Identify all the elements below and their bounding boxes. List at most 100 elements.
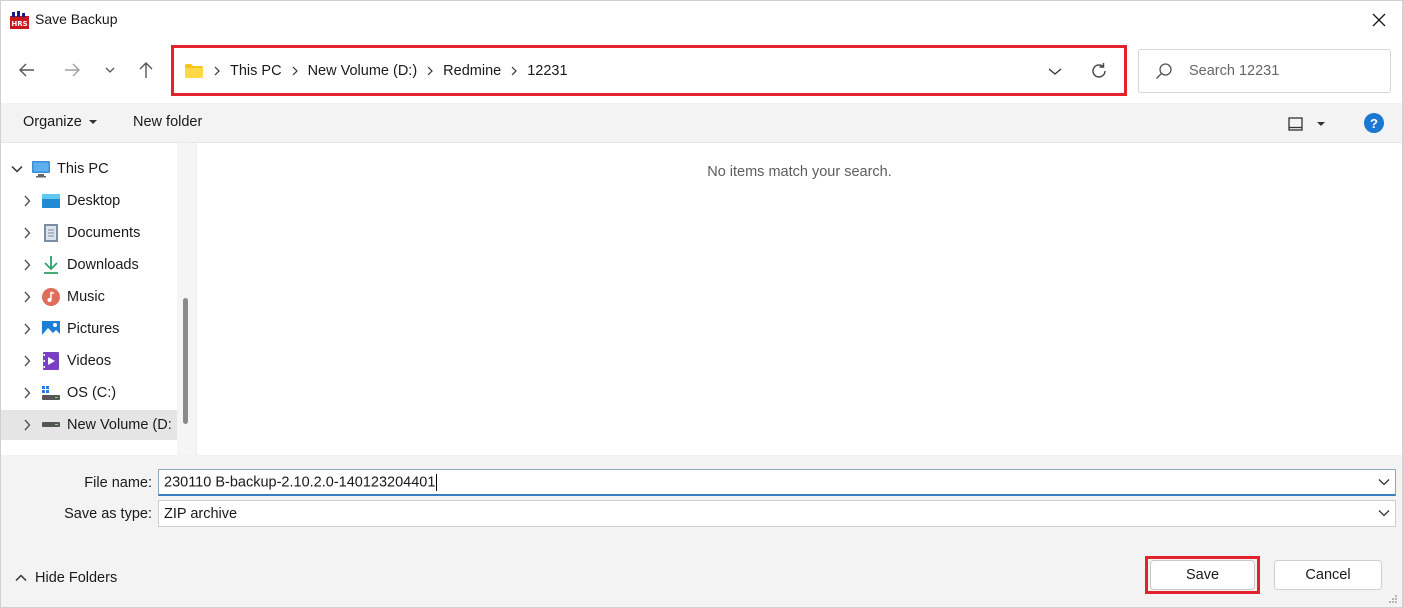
chevron-down-icon[interactable]: [11, 163, 23, 175]
tree-item-videos[interactable]: Videos: [1, 346, 177, 376]
chevron-right-icon[interactable]: [21, 323, 33, 335]
music-icon: [41, 287, 61, 307]
breadcrumb-separator-icon: [208, 66, 226, 76]
breadcrumb-separator-icon: [286, 66, 304, 76]
command-bar: Organize New folder ?: [1, 103, 1402, 143]
help-icon: ?: [1370, 115, 1378, 131]
file-name-label: File name:: [84, 475, 152, 491]
tree-item-desktop[interactable]: Desktop: [1, 186, 177, 216]
tree-item-this-pc[interactable]: This PC: [1, 154, 177, 184]
chevron-right-icon[interactable]: [21, 291, 33, 303]
chevron-right-icon[interactable]: [21, 259, 33, 271]
os-drive-icon: [41, 383, 61, 403]
breadcrumb-redmine[interactable]: Redmine: [439, 63, 505, 79]
refresh-button[interactable]: [1084, 56, 1114, 86]
back-button[interactable]: [12, 55, 42, 85]
breadcrumb-new-volume[interactable]: New Volume (D:): [304, 63, 422, 79]
chevron-right-icon[interactable]: [21, 195, 33, 207]
resize-grip-icon[interactable]: [1388, 594, 1398, 604]
app-icon: HRS: [10, 11, 29, 29]
file-list-pane[interactable]: No items match your search.: [197, 143, 1402, 455]
breadcrumb-separator-icon: [421, 66, 439, 76]
breadcrumb: This PC New Volume (D:) Redmine 12231: [184, 50, 572, 91]
scrollbar-thumb[interactable]: [183, 298, 188, 424]
arrow-right-icon: [65, 63, 80, 77]
view-options-button[interactable]: [1284, 111, 1332, 137]
save-as-type-value: ZIP archive: [164, 505, 238, 522]
tree-label: Desktop: [67, 193, 121, 209]
new-folder-button[interactable]: New folder: [133, 114, 202, 130]
caret-down-icon: [88, 120, 97, 124]
navigation-scrollbar[interactable]: [177, 143, 196, 455]
tree-label: Pictures: [67, 321, 120, 337]
save-form: File name: 230110 B-backup-2.10.2.0-1401…: [1, 455, 1402, 537]
hide-folders-label: Hide Folders: [35, 570, 118, 586]
chevron-down-icon: [1378, 479, 1390, 486]
help-button[interactable]: ?: [1364, 113, 1384, 133]
tree-item-os-c[interactable]: OS (C:): [1, 378, 177, 408]
organize-label: Organize: [23, 114, 82, 130]
navigation-bar: This PC New Volume (D:) Redmine 12231: [1, 39, 1402, 103]
chevron-down-icon: [1048, 68, 1062, 75]
save-backup-dialog: HRS Save Backup This PC New Volume (D:) …: [0, 0, 1403, 608]
tree-label: Videos: [67, 353, 112, 369]
empty-results-message: No items match your search.: [707, 164, 892, 180]
cancel-button[interactable]: Cancel: [1274, 560, 1382, 590]
file-name-dropdown-button[interactable]: [1377, 475, 1391, 489]
chevron-down-icon: [105, 67, 115, 73]
chevron-right-icon[interactable]: [21, 227, 33, 239]
chevron-right-icon[interactable]: [21, 387, 33, 399]
search-icon: [1155, 61, 1175, 81]
save-as-type-select[interactable]: ZIP archive: [158, 500, 1396, 527]
close-button[interactable]: [1356, 1, 1402, 39]
tree-item-new-volume-d[interactable]: New Volume (D:: [1, 410, 177, 440]
tree-label: This PC: [57, 161, 109, 177]
tree-item-downloads[interactable]: Downloads: [1, 250, 177, 280]
computer-icon: [31, 159, 51, 179]
window-title: Save Backup: [35, 11, 118, 27]
hide-folders-button[interactable]: Hide Folders: [15, 570, 117, 586]
chevron-up-icon: [15, 574, 27, 582]
recent-locations-button[interactable]: [96, 55, 124, 85]
svg-text:HRS: HRS: [11, 20, 27, 28]
downloads-icon: [41, 255, 61, 275]
save-button[interactable]: Save: [1150, 560, 1255, 590]
chevron-right-icon[interactable]: [21, 419, 33, 431]
chevron-right-icon[interactable]: [21, 355, 33, 367]
address-bar[interactable]: This PC New Volume (D:) Redmine 12231: [176, 50, 1122, 91]
navigation-pane: This PC Desktop Documents Downloads Musi…: [1, 143, 197, 455]
search-input[interactable]: [1189, 63, 1379, 79]
chevron-down-icon: [1378, 510, 1390, 517]
tree-label: OS (C:): [67, 385, 117, 401]
caret-down-icon: [1317, 122, 1325, 126]
desktop-icon: [41, 191, 61, 211]
pictures-icon: [41, 319, 61, 339]
organize-button[interactable]: Organize: [23, 114, 98, 130]
search-box[interactable]: [1138, 49, 1391, 93]
arrow-up-icon: [139, 62, 153, 78]
folder-icon: [185, 63, 203, 78]
title-bar: HRS Save Backup: [1, 1, 1402, 39]
save-as-type-label: Save as type:: [64, 506, 152, 522]
breadcrumb-this-pc[interactable]: This PC: [226, 63, 286, 79]
up-button[interactable]: [131, 55, 161, 85]
close-icon: [1372, 13, 1386, 27]
documents-icon: [41, 223, 61, 243]
view-layout-icon: [1288, 117, 1303, 131]
tree-item-music[interactable]: Music: [1, 282, 177, 312]
videos-icon: [41, 351, 61, 371]
dialog-footer: Hide Folders Save Cancel: [1, 537, 1402, 607]
tree-item-documents[interactable]: Documents: [1, 218, 177, 248]
file-name-input[interactable]: 230110 B-backup-2.10.2.0-140123204401: [164, 473, 438, 491]
tree-item-pictures[interactable]: Pictures: [1, 314, 177, 344]
file-name-field[interactable]: 230110 B-backup-2.10.2.0-140123204401: [158, 469, 1396, 496]
tree-label: Documents: [67, 225, 141, 241]
breadcrumb-12231[interactable]: 12231: [523, 63, 571, 79]
forward-button[interactable]: [57, 55, 87, 85]
breadcrumb-separator-icon: [505, 66, 523, 76]
tree-label: New Volume (D:: [67, 417, 172, 433]
address-dropdown-button[interactable]: [1040, 58, 1070, 84]
save-as-type-dropdown-button[interactable]: [1377, 506, 1391, 520]
tree-label: Music: [67, 289, 105, 305]
drive-icon: [41, 415, 61, 435]
